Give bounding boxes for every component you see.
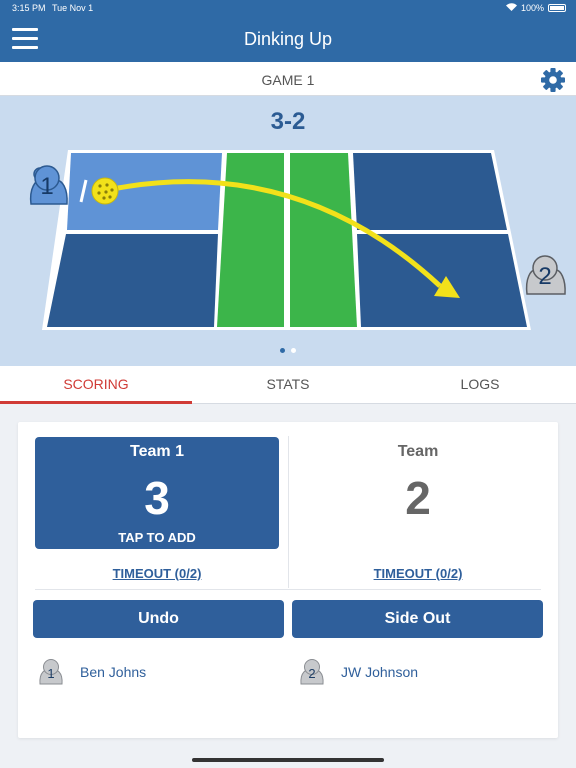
game-title: GAME 1	[261, 72, 315, 88]
tab-stats[interactable]: STATS	[192, 366, 384, 403]
battery-percent: 100%	[520, 3, 544, 13]
right-top-service-box	[353, 153, 507, 230]
nav-bar: Dinking Up	[0, 18, 576, 62]
player-2-row: 2 JW Johnson	[299, 658, 418, 686]
undo-button[interactable]: Undo	[33, 600, 284, 638]
side-out-button[interactable]: Side Out	[292, 600, 543, 638]
court-area: 1 2 3-2	[0, 96, 576, 366]
player-1-number: 1	[40, 173, 53, 200]
page-dot-1[interactable]	[280, 348, 285, 353]
player-1-name: Ben Johns	[80, 664, 147, 680]
svg-text:2: 2	[308, 666, 315, 681]
settings-button[interactable]	[540, 67, 566, 93]
section-divider	[35, 589, 541, 590]
tab-logs[interactable]: LOGS	[384, 366, 576, 403]
battery-icon	[548, 4, 566, 12]
left-kitchen	[217, 153, 284, 327]
tab-bar: SCORING STATS LOGS	[0, 366, 576, 404]
page-dot-2[interactable]	[291, 348, 296, 353]
team-divider	[288, 436, 289, 588]
team-2-score: 2	[405, 472, 431, 524]
status-time: 3:15 PM	[12, 3, 46, 13]
pickleball-court: 1 2	[29, 150, 566, 330]
page-indicator[interactable]	[0, 348, 576, 353]
team-1-score-button[interactable]: Team 1 3 TAP TO ADD	[35, 437, 279, 549]
team-1-score: 3	[144, 472, 170, 524]
status-indicators: 100%	[505, 3, 566, 13]
player-2-avatar-icon: 2	[300, 659, 324, 685]
court-score: 3-2	[270, 108, 306, 135]
tab-scoring[interactable]: SCORING	[0, 366, 192, 404]
svg-text:1: 1	[47, 666, 54, 681]
right-kitchen	[290, 153, 357, 327]
home-indicator[interactable]	[192, 758, 384, 762]
left-top-service-box	[67, 153, 222, 230]
status-bar: 3:15 PM Tue Nov 1 100%	[0, 0, 576, 18]
right-bottom-service-box	[357, 234, 527, 327]
left-bottom-service-box	[47, 234, 218, 327]
tap-to-add-label: TAP TO ADD	[118, 530, 196, 545]
player-1-avatar-icon: 1	[39, 659, 63, 685]
player-2-name: JW Johnson	[341, 664, 419, 680]
wifi-icon	[505, 3, 517, 13]
team-1-timeout-link[interactable]: TIMEOUT (0/2)	[35, 566, 279, 581]
app-title: Dinking Up	[243, 29, 333, 49]
team-2-timeout-link[interactable]: TIMEOUT (0/2)	[298, 566, 538, 581]
player-2-number: 2	[538, 263, 551, 290]
gear-icon	[541, 68, 565, 92]
pickleball-icon	[91, 177, 119, 205]
status-date: Tue Nov 1	[52, 3, 94, 13]
game-header: GAME 1	[0, 62, 576, 96]
team-1-name: Team 1	[130, 443, 184, 460]
team-2-name: Team	[397, 443, 439, 460]
player-1-row: 1 Ben Johns	[38, 658, 146, 686]
scoring-card: Team 1 3 TAP TO ADD Team 2 TIMEOUT (0/2)…	[18, 422, 558, 738]
